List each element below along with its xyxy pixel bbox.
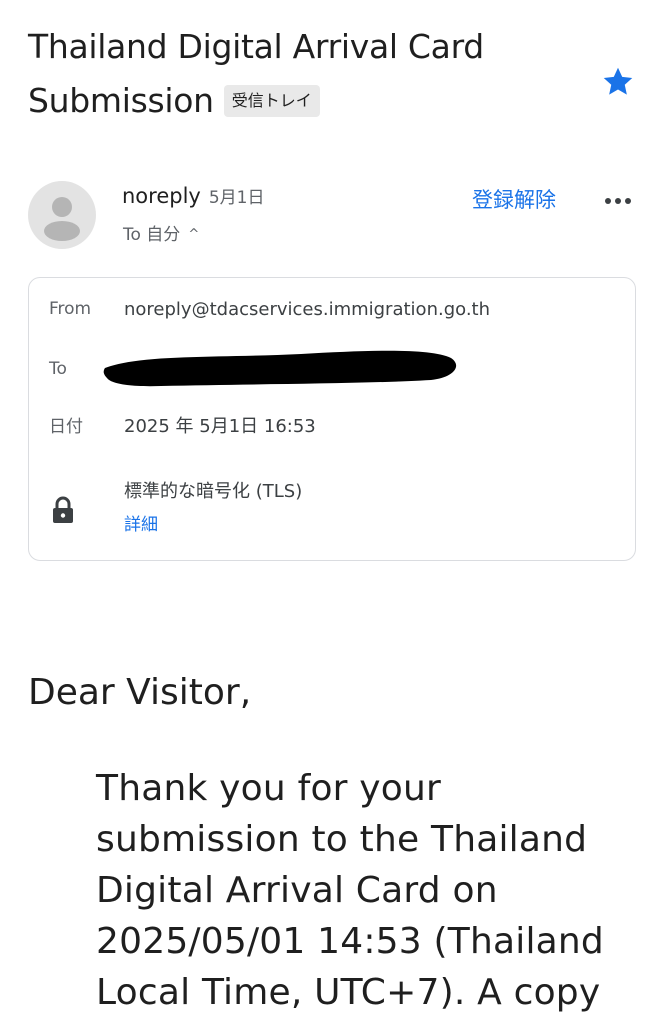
recipient-toggle[interactable]: To 自分 ^	[123, 223, 199, 247]
star-icon[interactable]	[600, 64, 636, 100]
redacted-recipient	[103, 350, 457, 387]
more-horizontal-icon[interactable]	[600, 189, 636, 213]
unsubscribe-link[interactable]: 登録解除	[472, 187, 556, 213]
from-address: noreply@tdacservices.immigration.go.th	[124, 299, 491, 320]
encryption-text: 標準的な暗号化 (TLS)	[124, 481, 303, 502]
lock-icon	[53, 496, 73, 523]
from-label: From	[49, 299, 92, 319]
email-greeting: Dear Visitor,	[28, 672, 252, 713]
details-link[interactable]: 詳細	[124, 514, 158, 536]
sender-avatar[interactable]	[28, 181, 96, 249]
to-label: To	[49, 359, 67, 379]
person-icon	[44, 197, 80, 241]
date-label: 日付	[49, 417, 83, 437]
message-details-card: From noreply@tdacservices.immigration.go…	[28, 277, 636, 561]
to-summary: To 自分	[123, 225, 181, 245]
inbox-label-chip[interactable]: 受信トレイ	[223, 85, 320, 117]
sender-date: 5月1日	[208, 188, 265, 208]
chevron-up-icon: ^	[188, 227, 200, 242]
sender-name: noreply	[122, 184, 201, 208]
email-body-paragraph: Thank you for your submission to the Tha…	[96, 768, 604, 1013]
sender-line[interactable]: noreply 5月1日	[122, 183, 264, 211]
email-view: Thailand Digital Arrival Card Submission…	[0, 0, 666, 1024]
email-subject: Thailand Digital Arrival Card Submission…	[28, 20, 588, 128]
date-value: 2025 年 5月1日 16:53	[124, 416, 316, 437]
